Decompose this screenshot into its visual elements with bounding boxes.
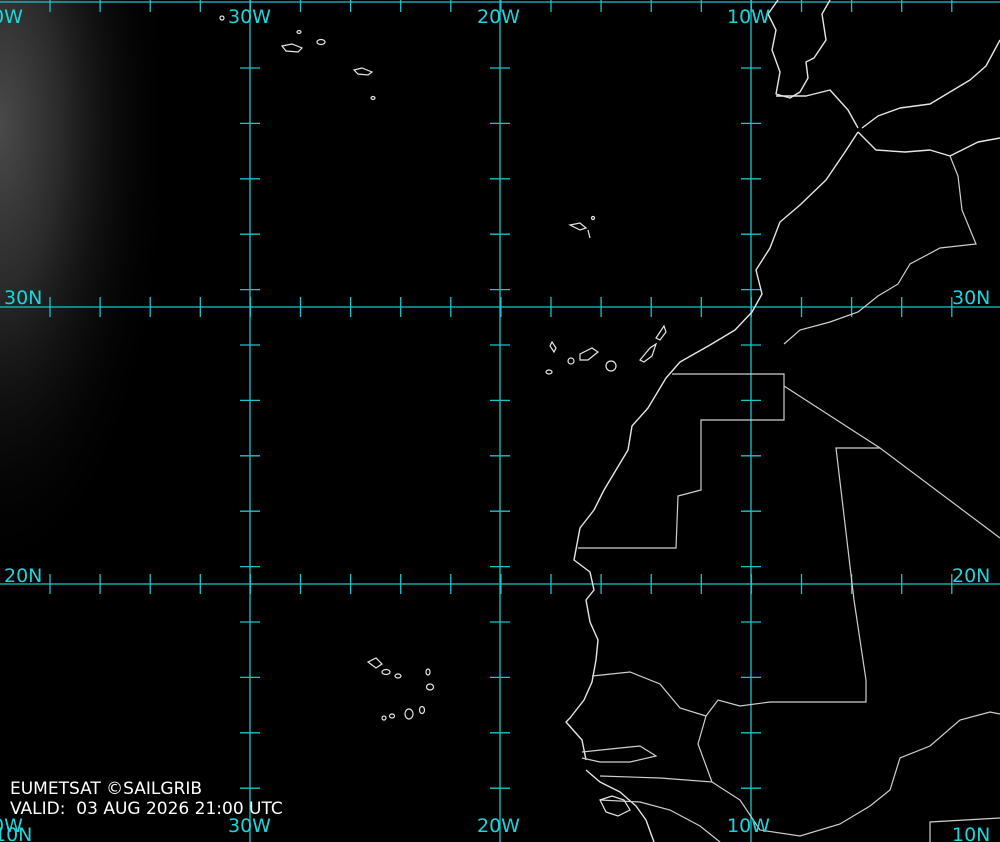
lat-label-right-30n: 30N: [952, 287, 990, 309]
lon-label-bottom-20w: 20W: [477, 815, 520, 837]
lat-label-right-10n: 10N: [952, 824, 990, 842]
satellite-map: 0W 30W 20W 10W 0W 30W 20W 10W 30N 20N 10…: [0, 0, 1000, 842]
lat-label-right-20n: 20N: [952, 565, 990, 587]
lat-label-left-20n: 20N: [4, 565, 42, 587]
map-canvas: 0W 30W 20W 10W 0W 30W 20W 10W 30N 20N 10…: [0, 0, 1000, 842]
lon-label-bottom-10w: 10W: [727, 815, 770, 837]
valid-time-line: VALID: 03 AUG 2026 21:00 UTC: [10, 799, 283, 819]
valid-time: 03 AUG 2026 21:00 UTC: [76, 799, 283, 819]
lon-label-top-20w: 20W: [477, 6, 520, 28]
lon-label-top-0: 0W: [0, 6, 23, 28]
lon-label-top-30w: 30W: [228, 6, 271, 28]
lat-label-left-30n: 30N: [4, 287, 42, 309]
valid-label: VALID:: [10, 799, 66, 819]
lat-label-left-10n: 10N: [0, 824, 32, 842]
lon-label-top-10w: 10W: [727, 6, 770, 28]
cloud-haze: [0, 0, 320, 842]
image-credit: EUMETSAT ©SAILGRIB: [10, 779, 203, 799]
